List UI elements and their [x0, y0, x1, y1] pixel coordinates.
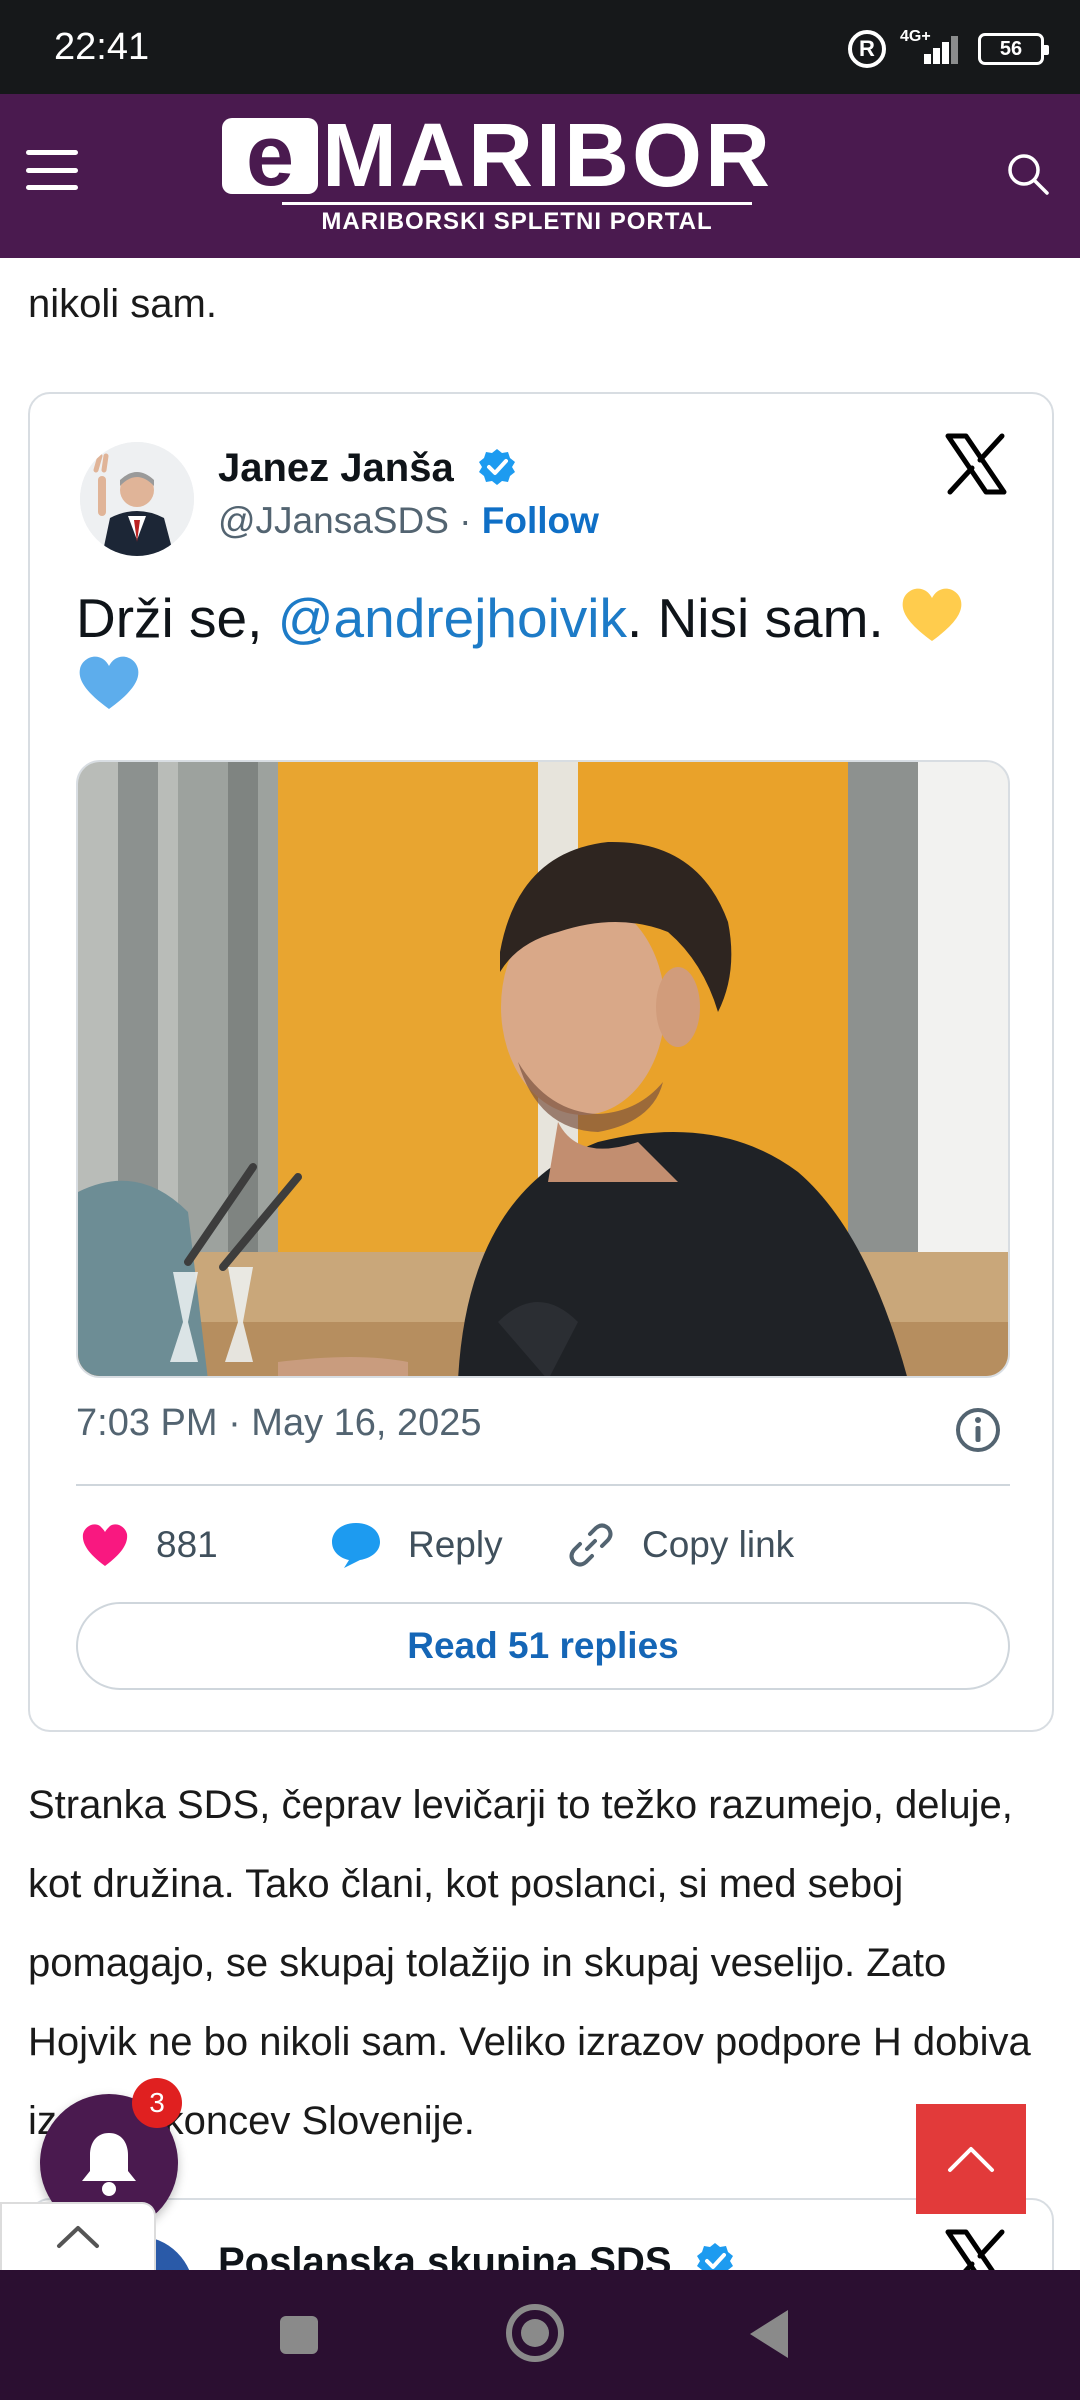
logo-rule	[282, 202, 752, 205]
search-icon[interactable]	[1006, 152, 1050, 196]
chevron-up-icon	[948, 2147, 994, 2172]
x-logo-icon[interactable]	[944, 2228, 1008, 2270]
verified-badge-icon	[696, 2243, 733, 2270]
author-avatar[interactable]	[80, 442, 194, 556]
article-content: nikoli sam. Janez Janša @JJansaSDS · Fol…	[0, 258, 1080, 2270]
status-bar: 22:41 R 4G+ 56	[0, 0, 1080, 94]
yellow-heart-icon	[902, 588, 962, 641]
link-icon	[569, 1523, 613, 1567]
tweet-divider	[76, 1484, 1010, 1486]
tweet-photo[interactable]	[76, 760, 1010, 1378]
scroll-to-top-button[interactable]	[916, 2104, 1026, 2214]
bell-icon	[82, 2133, 136, 2196]
speech-bubble-icon	[332, 1523, 380, 1568]
tweet-actions: 881 Reply Copy link	[76, 1510, 1010, 1580]
info-icon[interactable]	[954, 1406, 1002, 1454]
handle-separator: ·	[459, 500, 472, 541]
reply-button[interactable]: Reply	[330, 1510, 503, 1580]
collapse-toggle[interactable]	[0, 2202, 156, 2270]
logo-word: MARIBOR	[322, 106, 773, 206]
like-count: 881	[156, 1524, 218, 1565]
tweet-timestamp[interactable]: 7:03 PM · May 16, 2025	[76, 1402, 482, 1445]
notification-count-badge: 3	[132, 2078, 182, 2128]
signal-icon: 4G+	[900, 28, 964, 66]
tweet-handle[interactable]: @JJansaSDS	[218, 500, 449, 541]
registered-icon: R	[848, 30, 886, 68]
tweet-text: Drži se, @andrejhoivik. Nisi sam.	[76, 584, 1006, 720]
system-nav-bar	[0, 2270, 1080, 2400]
recent-apps-button[interactable]	[280, 2316, 318, 2354]
tweet-embed-2[interactable]: Poslanska skupina SDS	[28, 2198, 1054, 2270]
reply-label: Reply	[408, 1524, 503, 1565]
copy-link-button[interactable]: Copy link	[566, 1510, 794, 1580]
article-text-top: nikoli sam.	[28, 282, 217, 326]
chevron-up-icon	[57, 2226, 99, 2248]
tweet-author-name[interactable]: Janez Janša	[218, 446, 517, 491]
heart-icon	[82, 1524, 128, 1566]
site-logo[interactable]: e MARIBOR MARIBORSKI SPLETNI PORTAL	[222, 106, 812, 244]
follow-button[interactable]: Follow	[482, 500, 599, 541]
tweet-author-name-2[interactable]: Poslanska skupina SDS	[218, 2240, 735, 2270]
blue-heart-icon	[79, 656, 139, 709]
logo-tagline: MARIBORSKI SPLETNI PORTAL	[321, 208, 713, 235]
tweet-mention-link[interactable]: @andrejhoivik	[278, 587, 627, 649]
menu-icon[interactable]	[26, 150, 78, 190]
battery-level: 56	[999, 37, 1023, 60]
verified-badge-icon	[478, 449, 515, 485]
read-replies-button[interactable]: Read 51 replies	[76, 1602, 1010, 1690]
logo-e: e	[222, 113, 318, 199]
x-logo-icon[interactable]	[944, 432, 1008, 496]
tweet-handle-line: @JJansaSDS · Follow	[218, 500, 599, 542]
battery-icon: 56	[978, 33, 1049, 65]
tweet-embed[interactable]: Janez Janša @JJansaSDS · Follow Drži se,…	[28, 392, 1054, 1732]
back-button[interactable]	[750, 2310, 788, 2358]
status-time: 22:41	[54, 26, 150, 68]
site-header: e MARIBOR MARIBORSKI SPLETNI PORTAL	[0, 94, 1080, 258]
like-button[interactable]: 881	[80, 1510, 218, 1580]
copy-link-label: Copy link	[642, 1524, 795, 1565]
status-icons: R 4G+ 56	[848, 28, 1049, 70]
home-button[interactable]	[506, 2304, 564, 2362]
article-body-paragraph: Stranka SDS, čeprav levičarji to težko r…	[28, 1783, 1031, 2143]
